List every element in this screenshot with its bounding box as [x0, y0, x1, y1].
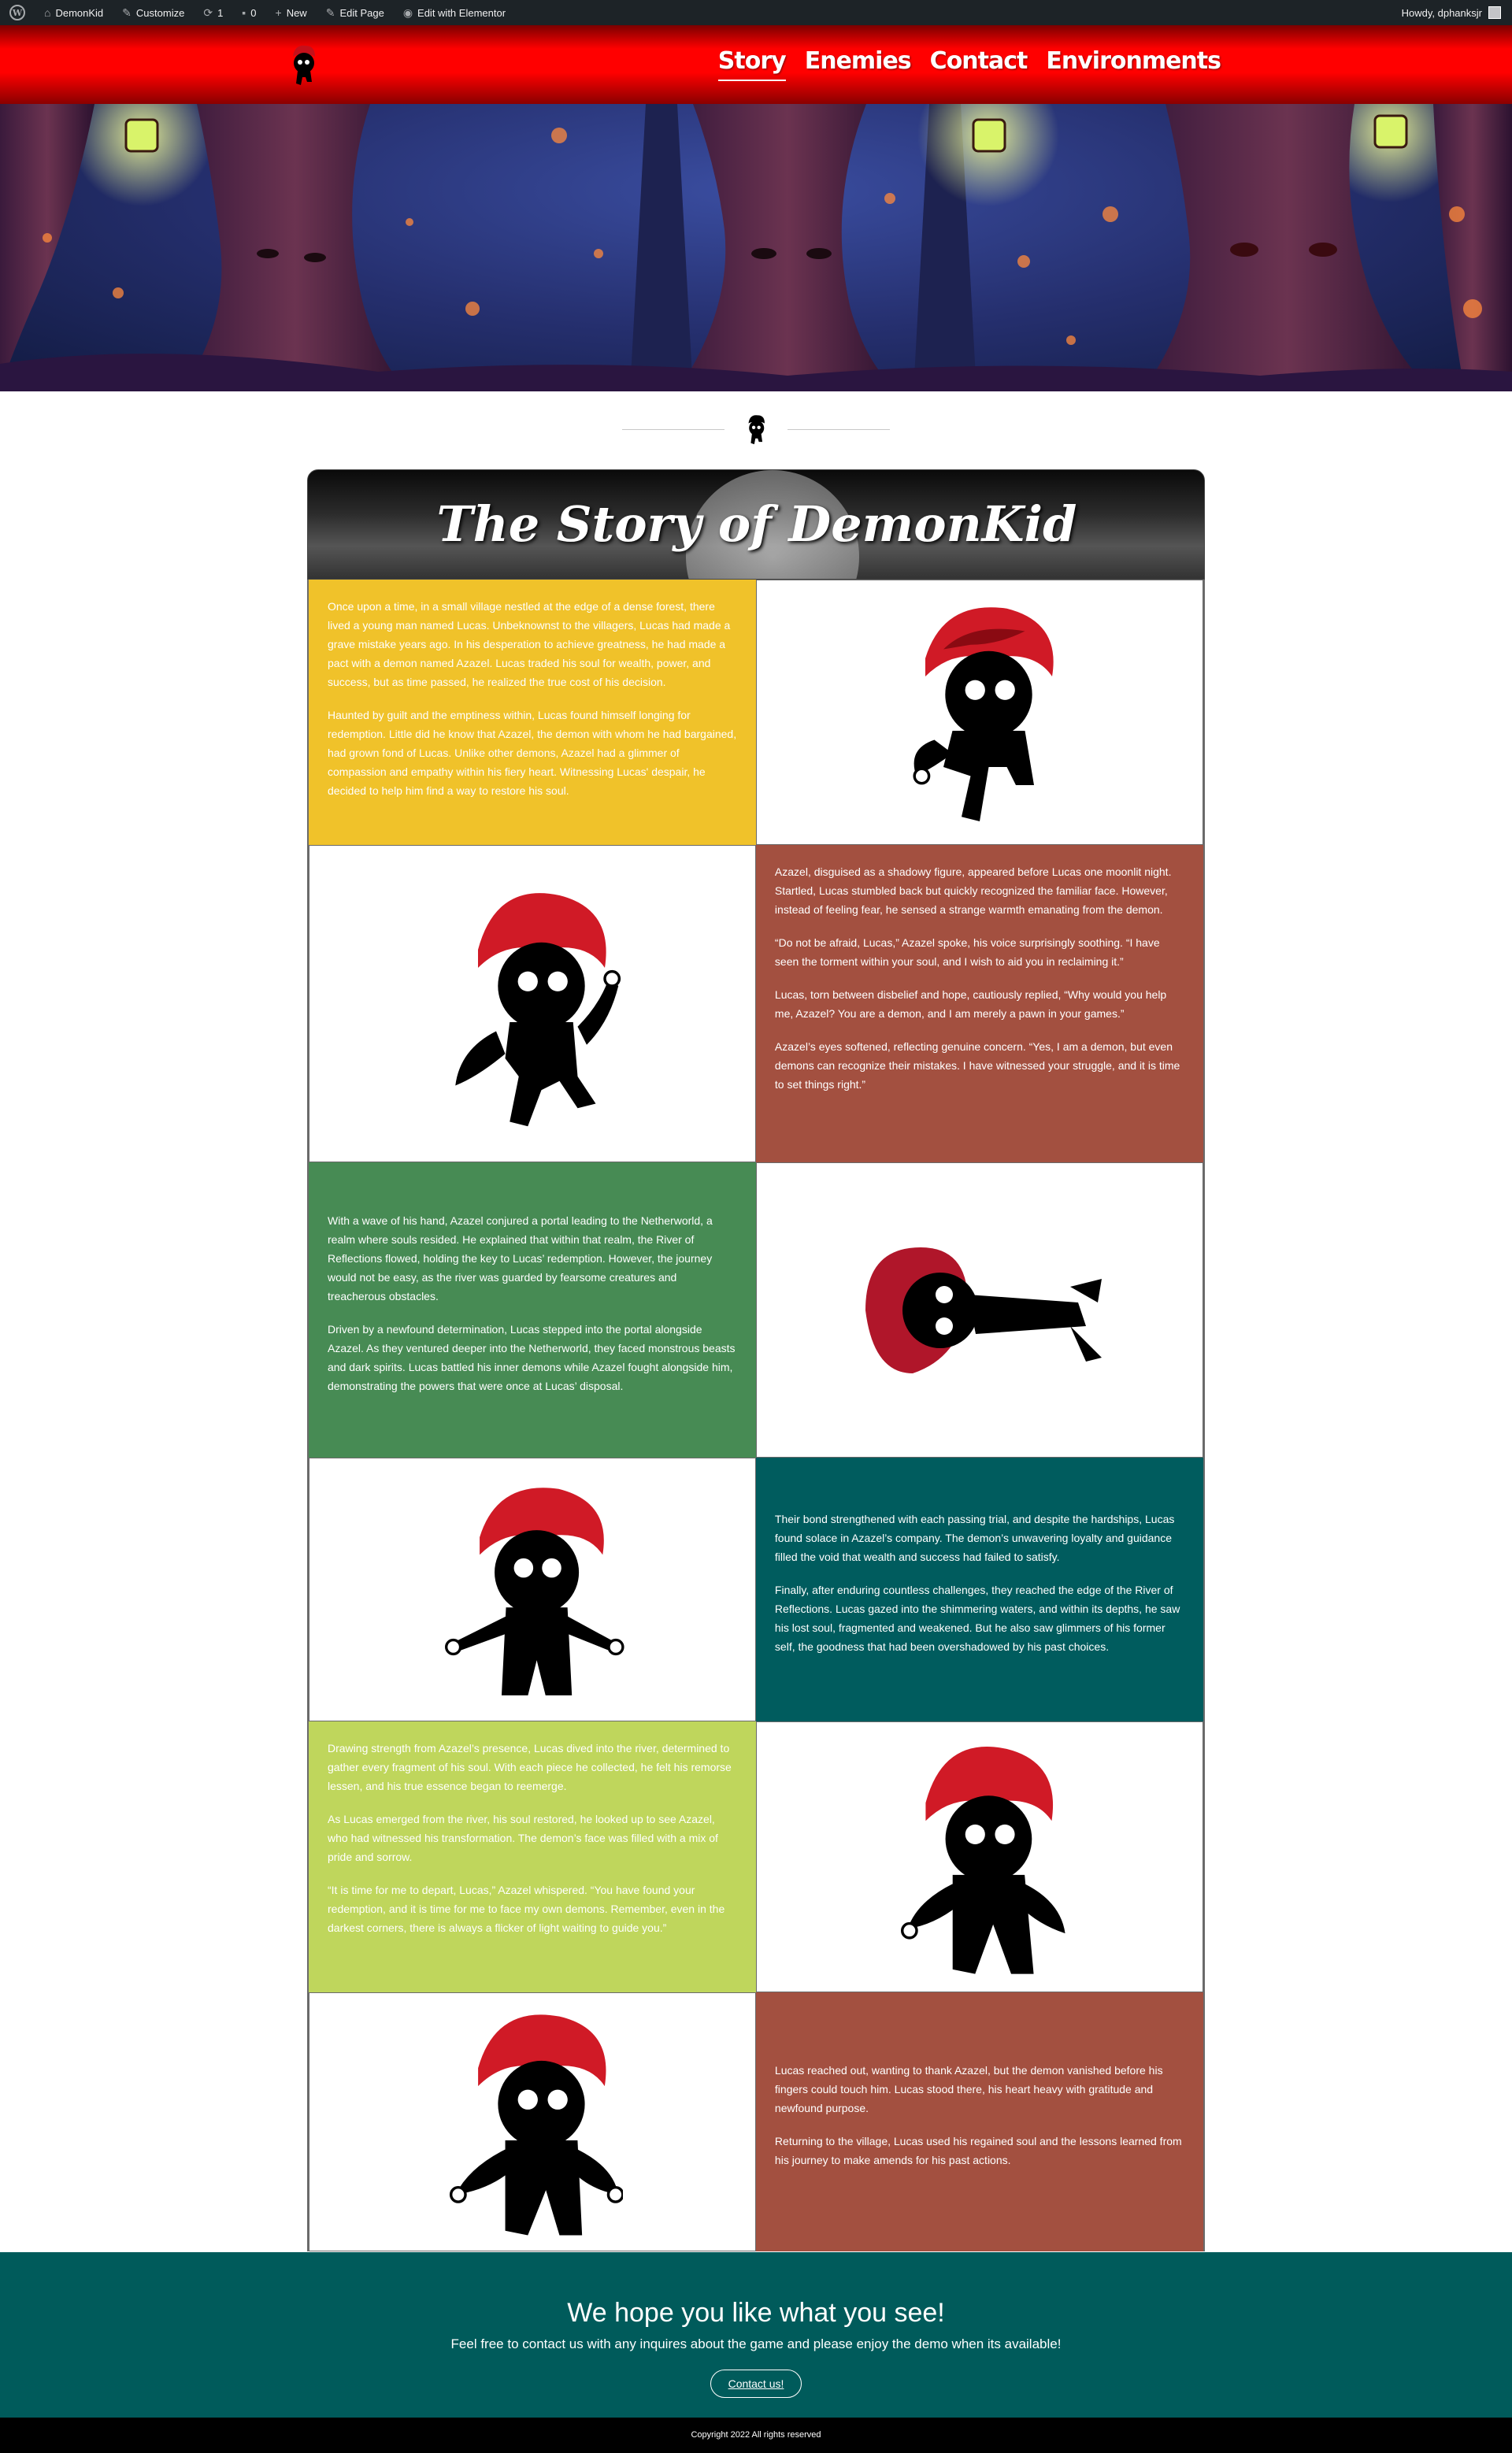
edit-elementor-label: Edit with Elementor — [417, 6, 506, 19]
my-account-menu[interactable]: Howdy, dphanksjr — [1402, 6, 1512, 19]
new-label: New — [286, 6, 307, 19]
elementor-icon: ◉ — [402, 6, 413, 19]
avatar — [1488, 6, 1501, 19]
story-text-block: Once upon a time, in a small village nes… — [309, 580, 757, 845]
nav-enemies[interactable]: Enemies — [805, 47, 912, 81]
story-paragraph: “Do not be afraid, Lucas,” Azazel spoke,… — [774, 936, 1160, 968]
demonkid-waving-image — [455, 892, 621, 1126]
wordpress-icon: W — [9, 5, 25, 20]
story-paragraph: With a wave of his hand, Azazel conjured… — [328, 1214, 713, 1302]
comments-link[interactable]: ▪ 0 — [232, 0, 265, 25]
wp-logo-menu[interactable]: W — [0, 0, 35, 25]
cta-heading: We hope you like what you see! — [567, 2298, 945, 2328]
story-paragraph: Finally, after enduring countless challe… — [774, 1583, 1180, 1653]
story-paragraph: Once upon a time, in a small village nes… — [328, 600, 731, 688]
main-nav: Story Enemies Contact Environments — [717, 47, 1221, 81]
updates-link[interactable]: ⟳ 1 — [194, 0, 232, 25]
story-paragraph: Lucas, torn between disbelief and hope, … — [774, 988, 1167, 1020]
comment-icon: ▪ — [242, 6, 246, 19]
divider-line-right — [788, 428, 890, 430]
section-divider — [622, 413, 890, 445]
story-row-3: With a wave of his hand, Azazel conjured… — [307, 1162, 1205, 1458]
story-paragraph: Returning to the village, Lucas used his… — [774, 2134, 1182, 2166]
copyright-bar: Copyright 2022 All rights reserved — [0, 2418, 1512, 2453]
story-row-6: Lucas reached out, wanting to thank Azaz… — [307, 1992, 1205, 2251]
demonkid-logo[interactable] — [284, 41, 323, 88]
hero-forest-banner — [0, 104, 1512, 391]
story-paragraph: As Lucas emerged from the river, his sou… — [328, 1813, 718, 1863]
story-text-block: Their bond strengthened with each passin… — [755, 1458, 1203, 1721]
story-text-block: With a wave of his hand, Azazel conjured… — [309, 1162, 757, 1458]
story-image-cell — [756, 1162, 1203, 1458]
updates-count: 1 — [217, 6, 224, 19]
cta-subtext: Feel free to contact us with any inquire… — [450, 2336, 1062, 2351]
story-image-cell — [309, 1992, 756, 2251]
forest-illustration — [0, 104, 1512, 391]
updates-icon: ⟳ — [203, 6, 213, 19]
story-paragraph: Driven by a newfound determination, Luca… — [328, 1322, 736, 1392]
story-text-block: Lucas reached out, wanting to thank Azaz… — [755, 1992, 1203, 2251]
story-section: The Story of DemonKid Once upon a time, … — [307, 469, 1205, 2251]
contact-cta-section: We hope you like what you see! Feel free… — [0, 2252, 1512, 2418]
demonkid-arms-out-image — [444, 1487, 624, 1695]
nav-story[interactable]: Story — [717, 47, 787, 81]
edit-page-label: Edit Page — [339, 6, 384, 19]
customize-label: Customize — [135, 6, 185, 19]
wp-admin-bar: W ⌂ DemonKid ✎ Customize ⟳ 1 ▪ 0 + New ✎ Edit … — [0, 0, 1512, 25]
contact-us-button[interactable]: Contact us! — [710, 2370, 802, 2398]
copyright-text: Copyright 2022 All rights reserved — [691, 2430, 821, 2440]
story-image-cell — [309, 1458, 756, 1721]
story-row-1: Once upon a time, in a small village nes… — [307, 580, 1205, 845]
brush-icon: ✎ — [122, 6, 132, 19]
story-paragraph: Azazel’s eyes softened, reflecting genui… — [774, 1040, 1180, 1091]
demonkid-lying-image — [865, 1247, 1102, 1373]
pencil-icon: ✎ — [325, 6, 335, 19]
edit-elementor-link[interactable]: ◉ Edit with Elementor — [394, 0, 515, 25]
story-image-cell — [756, 580, 1203, 845]
nav-environments[interactable]: Environments — [1046, 47, 1221, 81]
story-row-4: Their bond strengthened with each passin… — [307, 1458, 1205, 1721]
demonkid-walking-image — [449, 2014, 623, 2236]
story-text-block: Azazel, disguised as a shadowy figure, a… — [755, 845, 1203, 1162]
story-paragraph: Haunted by guilt and the emptiness withi… — [328, 709, 737, 797]
demonkid-standing-image — [901, 1747, 1065, 1974]
site-header: Story Enemies Contact Environments — [0, 25, 1512, 104]
plus-icon: + — [275, 6, 282, 19]
story-paragraph: Azazel, disguised as a shadowy figure, a… — [774, 865, 1172, 916]
edit-page-link[interactable]: ✎ Edit Page — [317, 0, 394, 25]
story-paragraph: “It is time for me to depart, Lucas,” Az… — [328, 1884, 725, 1934]
comments-count: 0 — [250, 6, 257, 19]
story-paragraph: Lucas reached out, wanting to thank Azaz… — [774, 2063, 1163, 2114]
story-row-5: Drawing strength from Azazel’s presence,… — [307, 1721, 1205, 1992]
site-name: DemonKid — [55, 6, 104, 19]
divider-line-left — [622, 428, 724, 430]
story-row-2: Azazel, disguised as a shadowy figure, a… — [307, 845, 1205, 1162]
home-icon: ⌂ — [44, 6, 51, 19]
story-paragraph: Drawing strength from Azazel’s presence,… — [328, 1742, 732, 1792]
story-image-cell — [756, 1721, 1203, 1992]
site-name-menu[interactable]: ⌂ DemonKid — [35, 0, 113, 25]
story-text-block: Drawing strength from Azazel’s presence,… — [309, 1721, 757, 1992]
new-content-menu[interactable]: + New — [266, 0, 317, 25]
howdy-text: Howdy, dphanksjr — [1401, 6, 1482, 19]
customize-link[interactable]: ✎ Customize — [113, 0, 194, 25]
story-image-cell — [309, 845, 756, 1162]
story-title: The Story of DemonKid — [436, 495, 1077, 553]
demonkid-mini-icon — [748, 415, 765, 445]
nav-contact[interactable]: Contact — [930, 47, 1028, 81]
demonkid-running-image — [913, 606, 1054, 821]
story-paragraph: Their bond strengthened with each passin… — [774, 1512, 1175, 1563]
story-banner: The Story of DemonKid — [307, 469, 1205, 580]
